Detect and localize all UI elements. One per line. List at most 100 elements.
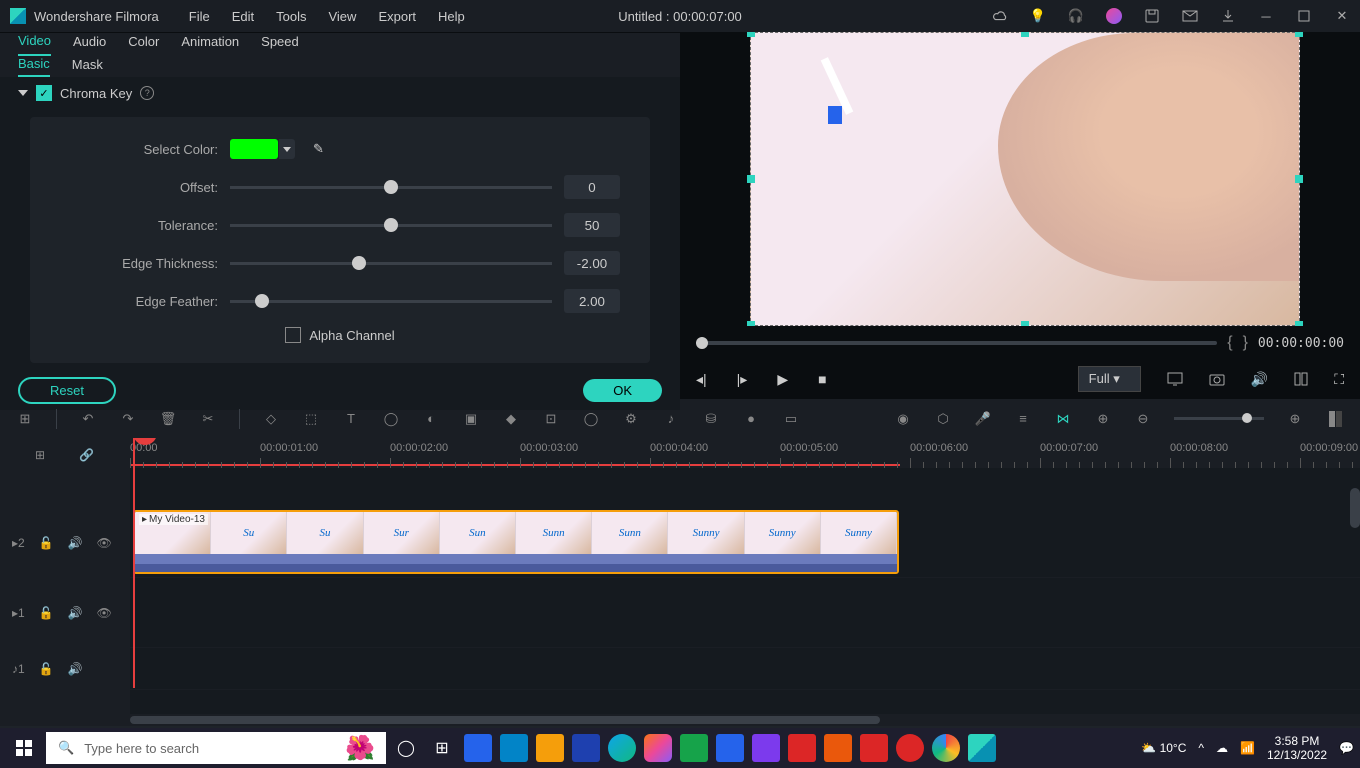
list-icon[interactable]: ≡ (1014, 410, 1032, 428)
app-instagram[interactable] (642, 732, 674, 764)
keyframe-icon[interactable]: ◆ (502, 410, 520, 428)
stop-icon[interactable]: ■ (818, 371, 826, 387)
delete-icon[interactable]: 🗑 (159, 410, 177, 428)
tray-date[interactable]: 12/13/2022 (1267, 748, 1327, 762)
step-back-icon[interactable]: |▸ (737, 371, 748, 388)
app-explorer[interactable] (534, 732, 566, 764)
menu-view[interactable]: View (328, 9, 356, 24)
timeline-tracks[interactable]: 00:0000:00:01:0000:00:02:0000:00:03:0000… (130, 438, 1360, 726)
menu-export[interactable]: Export (378, 9, 416, 24)
zoom-fit-icon[interactable] (1326, 410, 1344, 428)
account-icon[interactable] (1106, 8, 1122, 24)
text-icon[interactable]: T (342, 410, 360, 428)
maximize-icon[interactable] (1296, 8, 1312, 24)
tab-video[interactable]: Video (18, 33, 51, 56)
app-ppt[interactable] (858, 732, 890, 764)
play-icon[interactable]: ▶ (777, 371, 788, 388)
fullscreen-icon[interactable]: ⛶ (1334, 371, 1344, 388)
render-icon[interactable]: ▭ (782, 410, 800, 428)
eyedropper-icon[interactable]: ✎ (313, 141, 324, 157)
prev-frame-icon[interactable]: ◂| (696, 371, 707, 388)
mic-icon[interactable]: 🎤 (974, 410, 992, 428)
compare-icon[interactable] (1294, 372, 1308, 386)
close-icon[interactable]: ✕ (1334, 8, 1350, 24)
app-office[interactable] (822, 732, 854, 764)
offset-value[interactable] (564, 175, 620, 199)
help-icon[interactable]: ? (140, 86, 154, 100)
menu-edit[interactable]: Edit (232, 9, 254, 24)
scrubber-track[interactable] (696, 341, 1217, 345)
timeline-scrollbar[interactable] (130, 714, 1360, 726)
app-mail[interactable] (498, 732, 530, 764)
track2-eye-icon[interactable]: 👁 (97, 536, 112, 550)
reset-button[interactable]: Reset (18, 377, 116, 404)
track2-mute-icon[interactable]: 🔊 (68, 536, 83, 550)
edge-feather-value[interactable] (564, 289, 620, 313)
app-word[interactable] (714, 732, 746, 764)
tray-time[interactable]: 3:58 PM (1267, 734, 1327, 748)
track1-lock-icon[interactable]: 🔓 (39, 606, 54, 620)
app-pdf[interactable] (786, 732, 818, 764)
speed-icon[interactable]: ◯ (382, 410, 400, 428)
detect-icon[interactable]: ⊡ (542, 410, 560, 428)
chevron-down-icon[interactable] (18, 90, 28, 96)
track1-eye-icon[interactable]: 👁 (97, 606, 112, 620)
download-icon[interactable] (1220, 8, 1236, 24)
zoom-slider[interactable] (1174, 417, 1264, 420)
tab-speed[interactable]: Speed (261, 34, 299, 55)
lightbulb-icon[interactable]: 💡 (1030, 8, 1046, 24)
edge-feather-slider[interactable] (230, 300, 552, 303)
tab-color[interactable]: Color (128, 34, 159, 55)
adjust-icon[interactable]: ⚙ (622, 410, 640, 428)
media-icon[interactable]: ⊞ (16, 410, 34, 428)
zoom-in-icon[interactable]: ⊕ (1286, 410, 1304, 428)
menu-file[interactable]: File (189, 9, 210, 24)
timeline-vscroll[interactable] (1350, 488, 1360, 528)
mixer-icon[interactable]: ⛁ (702, 410, 720, 428)
video-clip[interactable]: ▸My Video-13 SuSuSurSunSunnSunnSunnySunn… (133, 510, 899, 574)
volume-icon[interactable]: 🔊 (1251, 371, 1268, 388)
headphones-icon[interactable]: 🎧 (1068, 8, 1084, 24)
quality-select[interactable]: Full ▾ (1078, 366, 1141, 392)
add-marker-icon[interactable]: ⊕ (1094, 410, 1112, 428)
mask-icon[interactable]: ◯ (582, 410, 600, 428)
frame-icon[interactable]: ▣ (462, 410, 480, 428)
app-chrome[interactable] (930, 732, 962, 764)
crop-icon[interactable]: ⬚ (302, 410, 320, 428)
timeline-ruler[interactable]: 00:0000:00:01:0000:00:02:0000:00:03:0000… (130, 438, 1360, 468)
audio-lock-icon[interactable]: 🔓 (39, 662, 54, 676)
audio-track-icon[interactable]: ♪1 (12, 662, 25, 676)
zoom-out-icon[interactable]: ⊖ (1134, 410, 1152, 428)
color-dropdown[interactable] (279, 139, 295, 159)
offset-slider[interactable] (230, 186, 552, 189)
video-track-2[interactable]: ▸My Video-13 SuSuSurSunSunnSunnSunnySunn… (130, 508, 1360, 578)
subtab-mask[interactable]: Mask (72, 57, 103, 76)
app-powerpoint[interactable] (462, 732, 494, 764)
track1-play-icon[interactable]: ▸1 (12, 606, 25, 620)
playhead[interactable] (133, 438, 135, 688)
color-icon[interactable]: ◐ (422, 410, 440, 428)
weather-widget[interactable]: ⛅ 10°C (1141, 741, 1186, 755)
audio-mute-icon[interactable]: 🔊 (68, 662, 83, 676)
app-edge[interactable] (606, 732, 638, 764)
edge-thickness-slider[interactable] (230, 262, 552, 265)
app-excel[interactable] (678, 732, 710, 764)
manage-tracks-icon[interactable]: ⊞ (35, 448, 45, 462)
ok-button[interactable]: OK (583, 379, 662, 402)
cloud-icon[interactable] (992, 8, 1008, 24)
scrubber-thumb[interactable] (696, 337, 708, 349)
tray-chevron-icon[interactable]: ^ (1198, 741, 1204, 755)
app-onenote[interactable] (750, 732, 782, 764)
tray-onedrive-icon[interactable]: ☁ (1216, 741, 1228, 755)
menu-help[interactable]: Help (438, 9, 465, 24)
mail-icon[interactable] (1182, 8, 1198, 24)
snapshot-icon[interactable] (1209, 372, 1225, 386)
tag-icon[interactable]: ◇ (262, 410, 280, 428)
notifications-icon[interactable]: 💬 (1339, 741, 1354, 755)
undo-icon[interactable]: ↶ (79, 410, 97, 428)
app-filmora[interactable] (966, 732, 998, 764)
shield-icon[interactable]: ⬡ (934, 410, 952, 428)
cut-icon[interactable]: ✂ (199, 410, 217, 428)
track1-mute-icon[interactable]: 🔊 (68, 606, 83, 620)
menu-tools[interactable]: Tools (276, 9, 306, 24)
